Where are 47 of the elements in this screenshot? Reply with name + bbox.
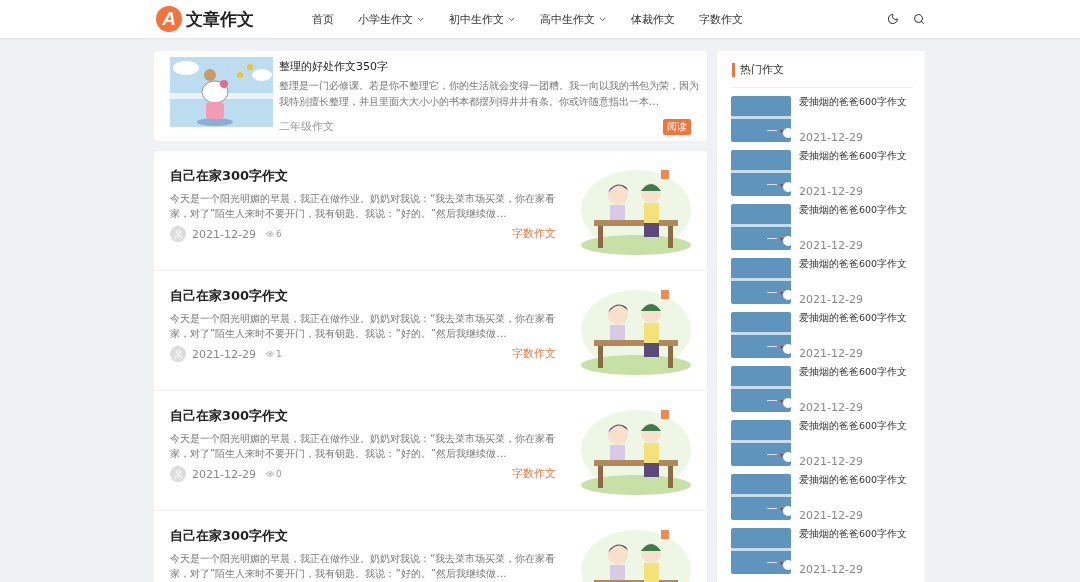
post-date: 2021-12-29 xyxy=(799,347,864,360)
search-icon[interactable] xyxy=(913,13,925,25)
post-date: 2021-12-29 xyxy=(799,563,864,576)
nav-link[interactable]: 字数作文 xyxy=(699,11,743,27)
section-title: 热门作文 xyxy=(732,63,913,77)
view-count: 0 xyxy=(265,469,282,479)
avatar-icon xyxy=(170,466,186,482)
article-excerpt: 今天是一个阳光明媚的早晨，我正在做作业。奶奶对我说：“我去菜市场买菜，你在家看家，对了”陌生人来时不要开门，我有钥匙。我说：“好的。”然后我继续做… xyxy=(170,551,556,581)
article-title[interactable]: 自己在家300字作文 xyxy=(170,527,556,545)
post-date: 2021-12-29 xyxy=(799,455,864,468)
article-title[interactable]: 自己在家300字作文 xyxy=(170,287,556,305)
article-link[interactable]: 爱抽烟的爸爸600字作文 xyxy=(799,204,908,217)
article-excerpt: 整理是一门必修课。若是你不整理它，你的生活就会变得一团糟。我一向以我的书包为荣，因为我特别擅长整理，并且里面大大小小的书本都摆列得井井有条。你或许随意指出一本… xyxy=(279,79,699,109)
nav-link[interactable]: 高中生作文 xyxy=(540,11,607,27)
article-link[interactable]: 爱抽烟的爸爸600字作文 xyxy=(799,258,908,271)
article-link[interactable]: 爱抽烟的爸爸600字作文 xyxy=(799,366,908,379)
article-title[interactable]: 自己在家300字作文 xyxy=(170,167,556,185)
nav-link[interactable]: 初中生作文 xyxy=(449,11,516,27)
nav-link[interactable]: 体裁作文 xyxy=(631,11,675,27)
article-title[interactable]: 自己在家300字作文 xyxy=(170,407,556,425)
site-name[interactable]: 文章作文 xyxy=(186,7,254,31)
post-date: 2021-12-29 xyxy=(799,293,864,306)
article-link[interactable]: 爱抽烟的爸爸600字作文 xyxy=(799,528,908,541)
article-link[interactable]: 爱抽烟的爸爸600字作文 xyxy=(799,420,908,433)
post-date: 2021-12-29 xyxy=(799,131,864,144)
article-link[interactable]: 爱抽烟的爸爸600字作文 xyxy=(799,150,908,163)
article-excerpt: 今天是一个阳光明媚的早晨，我正在做作业。奶奶对我说：“我去菜市场买菜，你在家看家，对了”陌生人来时不要开门，我有钥匙。我说：“好的。”然后我继续做… xyxy=(170,191,556,221)
post-date: 2021-12-29 xyxy=(799,239,864,252)
view-count: 6 xyxy=(265,229,282,239)
article-link[interactable]: 爱抽烟的爸爸600字作文 xyxy=(799,96,908,109)
article-title[interactable]: 整理的好处作文350字 xyxy=(279,59,691,74)
avatar-icon xyxy=(170,226,186,242)
post-date: 2021-12-29 xyxy=(799,509,864,522)
article-link[interactable]: 爱抽烟的爸爸600字作文 xyxy=(799,312,908,325)
article-excerpt: 今天是一个阳光明媚的早晨，我正在做作业。奶奶对我说：“我去菜市场买菜，你在家看家，对了”陌生人来时不要开门，我有钥匙。我说：“好的。”然后我继续做… xyxy=(170,311,556,341)
avatar-icon xyxy=(170,346,186,362)
post-date: 2021-12-29 xyxy=(799,401,864,414)
article-link[interactable]: 爱抽烟的爸爸600字作文 xyxy=(799,474,908,487)
article-excerpt: 今天是一个阳光明媚的早晨，我正在做作业。奶奶对我说：“我去菜市场买菜，你在家看家，对了”陌生人来时不要开门，我有钥匙。我说：“好的。”然后我继续做… xyxy=(170,431,556,461)
nav-link[interactable]: 首页 xyxy=(312,11,334,27)
moon-icon[interactable] xyxy=(887,13,899,25)
post-date: 2021-12-29 xyxy=(192,467,256,481)
post-date: 2021-12-29 xyxy=(192,347,256,361)
nav-link[interactable]: 小学生作文 xyxy=(358,11,425,27)
view-count: 1 xyxy=(265,349,282,359)
post-date: 2021-12-29 xyxy=(799,185,864,198)
post-date: 2021-12-29 xyxy=(192,227,256,241)
